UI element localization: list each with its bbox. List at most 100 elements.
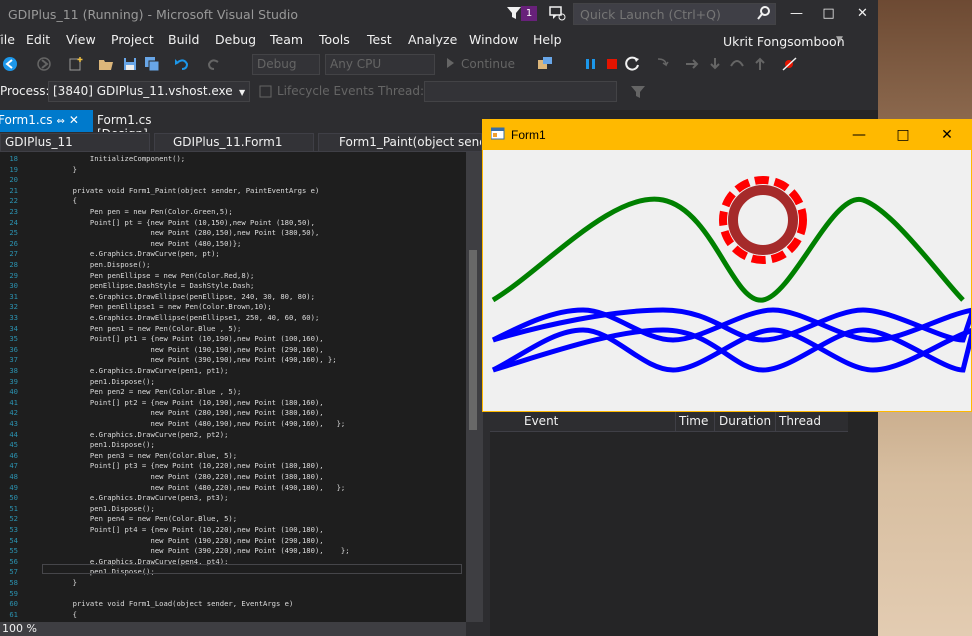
quick-launch-input[interactable] bbox=[573, 3, 776, 25]
save-all-icon[interactable] bbox=[144, 56, 160, 72]
code-line[interactable]: } bbox=[38, 165, 77, 174]
code-line[interactable]: e.Graphics.DrawEllipse(penEllipse1, 250,… bbox=[38, 313, 319, 322]
breakpoint-icon[interactable] bbox=[782, 56, 798, 72]
code-line[interactable]: e.Graphics.DrawCurve(pen1, pt1); bbox=[38, 366, 228, 375]
code-line[interactable]: new Point (390,190),new Point (490,160),… bbox=[38, 355, 337, 364]
code-line[interactable]: new Point (480,220),new Point (490,180),… bbox=[38, 483, 346, 492]
code-line[interactable]: pen.Dispose(); bbox=[38, 260, 151, 269]
code-line[interactable]: private void Form1_Load(object sender, E… bbox=[38, 599, 294, 608]
form-close-button[interactable]: ✕ bbox=[925, 120, 969, 150]
column-time[interactable]: Time bbox=[679, 414, 708, 428]
project-select[interactable]: GDIPlus_11 bbox=[0, 133, 150, 152]
code-line[interactable]: { bbox=[38, 196, 77, 205]
new-project-icon[interactable] bbox=[68, 56, 84, 72]
code-line[interactable]: Point[] pt4 = {new Point (10,220),new Po… bbox=[38, 525, 324, 534]
code-line[interactable]: Pen pen = new Pen(Color.Green,5); bbox=[38, 207, 233, 216]
code-line[interactable]: { bbox=[38, 610, 77, 619]
apply-code-changes-icon[interactable] bbox=[654, 56, 670, 72]
menu-analyze[interactable]: Analyze bbox=[408, 32, 457, 47]
redo-icon[interactable] bbox=[206, 56, 222, 72]
menu-project[interactable]: Project bbox=[111, 32, 154, 47]
back-icon[interactable] bbox=[2, 56, 18, 72]
code-line[interactable]: Pen penEllipse = new Pen(Color.Red,8); bbox=[38, 271, 254, 280]
undo-icon[interactable] bbox=[174, 56, 190, 72]
filter-icon[interactable] bbox=[506, 5, 522, 21]
column-divider[interactable] bbox=[775, 412, 776, 432]
column-divider[interactable] bbox=[675, 412, 676, 432]
column-event[interactable]: Event bbox=[524, 414, 558, 428]
menu-debug[interactable]: Debug bbox=[215, 32, 256, 47]
menu-help[interactable]: Help bbox=[533, 32, 562, 47]
solution-platform-select[interactable]: Any CPU bbox=[325, 54, 435, 75]
code-line[interactable]: Point[] pt = {new Point (10,150),new Poi… bbox=[38, 218, 315, 227]
menu-tools[interactable]: Tools bbox=[319, 32, 350, 47]
menu-test[interactable]: Test bbox=[367, 32, 392, 47]
form1-window[interactable]: Form1 — □ ✕ bbox=[482, 119, 972, 412]
code-line[interactable]: Point[] pt3 = {new Point (10,220),new Po… bbox=[38, 461, 324, 470]
code-line[interactable]: e.Graphics.DrawEllipse(penEllipse, 240, … bbox=[38, 292, 315, 301]
menu-view[interactable]: View bbox=[66, 32, 96, 47]
chevron-down-icon[interactable]: ▼ bbox=[836, 35, 843, 45]
class-select[interactable]: GDIPlus_11.Form1 bbox=[154, 133, 314, 152]
thread-select[interactable] bbox=[424, 81, 617, 102]
code-line[interactable]: e.Graphics.DrawCurve(pen, pt); bbox=[38, 249, 220, 258]
code-line[interactable]: private void Form1_Paint(object sender, … bbox=[38, 186, 320, 195]
process-icon[interactable] bbox=[537, 56, 553, 72]
maximize-button[interactable]: □ bbox=[812, 0, 845, 28]
code-line[interactable]: Pen pen3 = new Pen(Color.Blue, 5); bbox=[38, 451, 237, 460]
step-out-icon[interactable] bbox=[752, 56, 768, 72]
code-line[interactable]: Pen pen4 = new Pen(Color.Blue, 5); bbox=[38, 514, 237, 523]
code-line[interactable]: pen1.Dispose(); bbox=[38, 377, 155, 386]
code-line[interactable]: Pen pen1 = new Pen(Color.Blue , 5); bbox=[38, 324, 241, 333]
process-select[interactable]: [3840] GDIPlus_11.vshost.exe bbox=[48, 81, 250, 102]
lifecycle-events-button[interactable]: Lifecycle Events bbox=[277, 84, 374, 98]
lifecycle-icon[interactable] bbox=[258, 84, 274, 100]
form-maximize-button[interactable]: □ bbox=[881, 120, 925, 150]
pin-icon[interactable]: ⇔ bbox=[57, 116, 65, 127]
search-icon[interactable] bbox=[757, 6, 771, 20]
code-line[interactable]: new Point (280,150),new Point (380,50), bbox=[38, 228, 320, 237]
code-line[interactable]: Pen penEllipse1 = new Pen(Color.Brown,10… bbox=[38, 302, 272, 311]
step-over-icon[interactable] bbox=[729, 56, 745, 72]
code-line[interactable]: new Point (280,220),new Point (380,180), bbox=[38, 472, 324, 481]
tab-form1-cs[interactable]: Form1.cs ⇔ ✕ bbox=[0, 110, 93, 132]
menu-build[interactable]: Build bbox=[168, 32, 199, 47]
code-line[interactable]: new Point (480,150)}; bbox=[38, 239, 242, 248]
zoom-level[interactable]: 100 % bbox=[2, 622, 37, 635]
code-line[interactable]: pen1.Dispose(); bbox=[38, 440, 155, 449]
form-minimize-button[interactable]: — bbox=[837, 120, 881, 150]
menu-window[interactable]: Window bbox=[469, 32, 518, 47]
member-select[interactable]: Form1_Paint(object sender, PaintEventArg… bbox=[318, 133, 482, 152]
code-line[interactable]: InitializeComponent(); bbox=[38, 154, 185, 163]
feedback-icon[interactable] bbox=[548, 5, 566, 23]
solution-config-select[interactable]: Debug bbox=[252, 54, 320, 75]
column-divider[interactable] bbox=[714, 412, 715, 432]
code-line[interactable]: new Point (190,220),new Point (290,180), bbox=[38, 536, 324, 545]
column-duration[interactable]: Duration bbox=[719, 414, 771, 428]
scrollbar-thumb[interactable] bbox=[469, 250, 477, 430]
code-line[interactable]: new Point (390,220),new Point (490,180),… bbox=[38, 546, 350, 555]
code-line[interactable]: Point[] pt2 = {new Point (10,190),new Po… bbox=[38, 398, 324, 407]
restart-icon[interactable] bbox=[625, 56, 641, 72]
column-thread[interactable]: Thread bbox=[779, 414, 821, 428]
menu-edit[interactable]: Edit bbox=[26, 32, 50, 47]
pause-icon[interactable] bbox=[583, 56, 599, 72]
step-into-icon[interactable] bbox=[707, 56, 723, 72]
show-next-statement-icon[interactable] bbox=[684, 56, 700, 72]
menu-team[interactable]: Team bbox=[270, 32, 303, 47]
user-account[interactable]: Ukrit Fongsomboon bbox=[723, 34, 845, 49]
code-line[interactable]: pen1.Dispose(); bbox=[38, 504, 155, 513]
minimize-button[interactable]: — bbox=[780, 0, 813, 28]
code-line[interactable]: e.Graphics.DrawCurve(pen3, pt3); bbox=[38, 493, 228, 502]
close-button[interactable]: ✕ bbox=[846, 0, 879, 28]
close-tab-icon[interactable]: ✕ bbox=[69, 113, 79, 127]
stop-icon[interactable] bbox=[604, 56, 620, 72]
save-icon[interactable] bbox=[122, 56, 138, 72]
code-line[interactable]: } bbox=[38, 578, 77, 587]
code-line[interactable]: new Point (280,190),new Point (380,160), bbox=[38, 408, 324, 417]
open-file-icon[interactable] bbox=[98, 56, 114, 72]
code-line[interactable]: Pen pen2 = new Pen(Color.Blue , 5); bbox=[38, 387, 241, 396]
forward-icon[interactable] bbox=[36, 56, 52, 72]
code-line[interactable]: Point[] pt1 = {new Point (10,190),new Po… bbox=[38, 334, 324, 343]
horizontal-scrollbar[interactable] bbox=[0, 622, 466, 636]
